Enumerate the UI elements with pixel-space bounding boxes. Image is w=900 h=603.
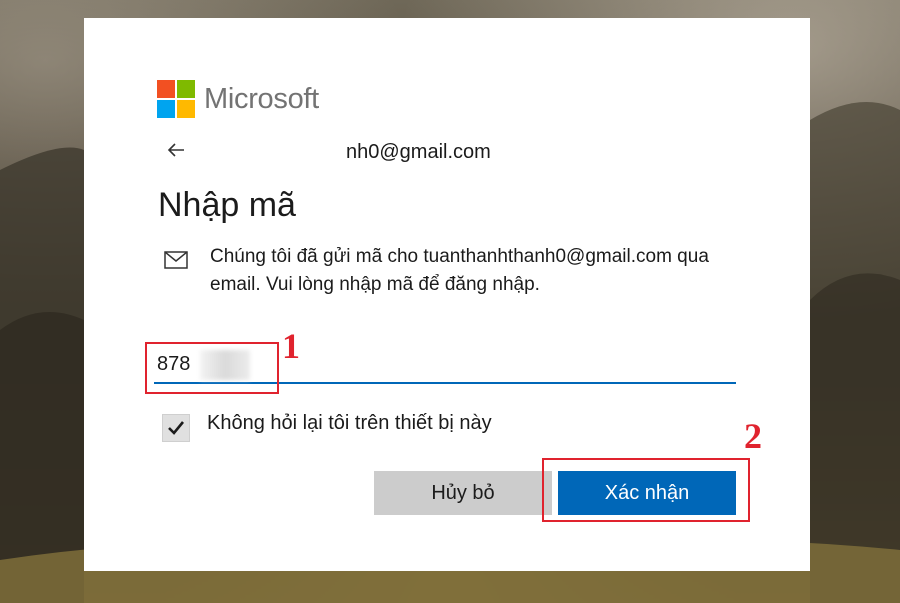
mail-icon <box>164 251 188 269</box>
remember-device-label: Không hỏi lại tôi trên thiết bị này <box>207 412 492 434</box>
logo-blue-square <box>157 100 175 118</box>
remember-device-checkbox[interactable] <box>162 414 190 442</box>
logo-green-square <box>177 80 195 98</box>
back-arrow-icon[interactable] <box>164 138 188 162</box>
logo-yellow-square <box>177 100 195 118</box>
cancel-button[interactable]: Hủy bỏ <box>374 471 552 515</box>
annotation-number-2: 2 <box>744 416 762 456</box>
sign-in-card: Microsoft nh0@gmail.com Nhập mã Chúng tô… <box>84 18 810 571</box>
logo-red-square <box>157 80 175 98</box>
microsoft-logo: Microsoft <box>157 80 319 118</box>
annotation-number-1: 1 <box>282 326 300 366</box>
annotation-box-2 <box>542 458 750 522</box>
page-title: Nhập mã <box>158 186 296 224</box>
brand-name: Microsoft <box>204 82 319 115</box>
account-email: nh0@gmail.com <box>346 141 491 163</box>
checkmark-icon <box>168 421 185 435</box>
microsoft-logo-icon <box>157 80 195 118</box>
instruction-text: Chúng tôi đã gửi mã cho tuanthanhthanh0@… <box>210 246 709 295</box>
annotation-box-1 <box>145 342 279 394</box>
